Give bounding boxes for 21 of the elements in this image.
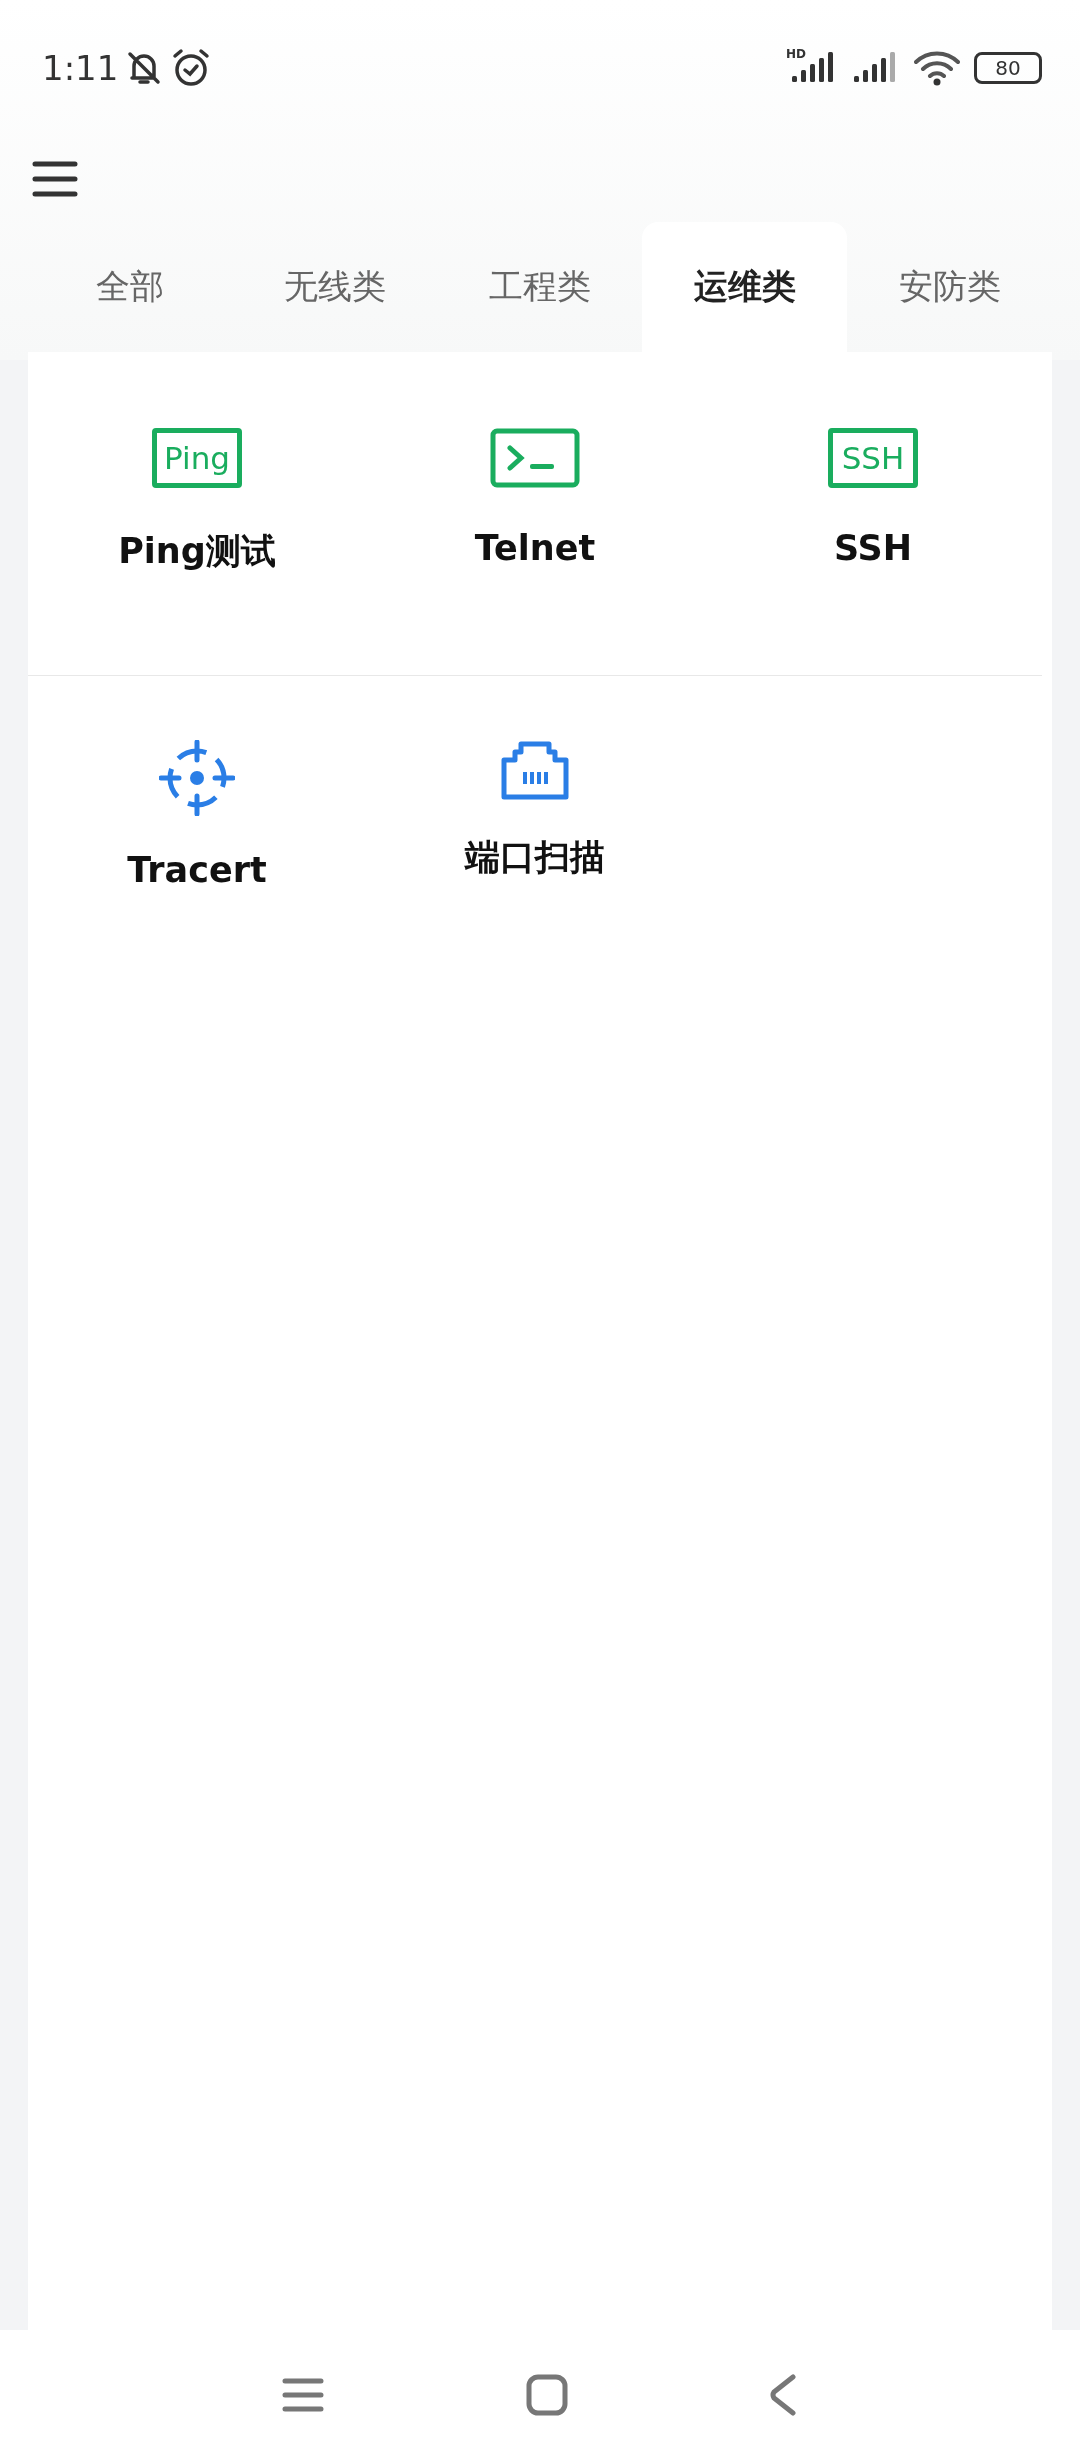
back-button[interactable] xyxy=(769,2373,799,2417)
category-tab[interactable]: 工程类 xyxy=(437,222,643,352)
terminal-icon xyxy=(490,428,580,488)
tool-item[interactable]: Tracert xyxy=(28,676,366,950)
category-tab[interactable]: 全部 xyxy=(28,222,233,352)
category-tab[interactable]: 运维类 xyxy=(642,222,848,352)
battery-indicator: 80 xyxy=(974,52,1042,84)
tool-item[interactable]: SSH SSH xyxy=(704,352,1042,675)
wifi-icon xyxy=(914,50,960,86)
status-time: 1:11 xyxy=(42,48,119,88)
ethernet-port-icon xyxy=(501,740,569,800)
category-tab[interactable]: 安防类 xyxy=(847,222,1052,352)
text-icon: SSH xyxy=(828,428,918,488)
home-button[interactable] xyxy=(525,2373,569,2417)
crosshair-icon xyxy=(159,740,235,816)
menu-button[interactable] xyxy=(32,159,78,199)
tool-item[interactable]: Ping Ping测试 xyxy=(28,352,366,675)
tool-item[interactable]: Telnet xyxy=(366,352,704,675)
category-tab[interactable]: 无线类 xyxy=(232,222,438,352)
tool-item[interactable]: 端口扫描 xyxy=(366,676,704,950)
text-icon: Ping xyxy=(152,428,242,488)
